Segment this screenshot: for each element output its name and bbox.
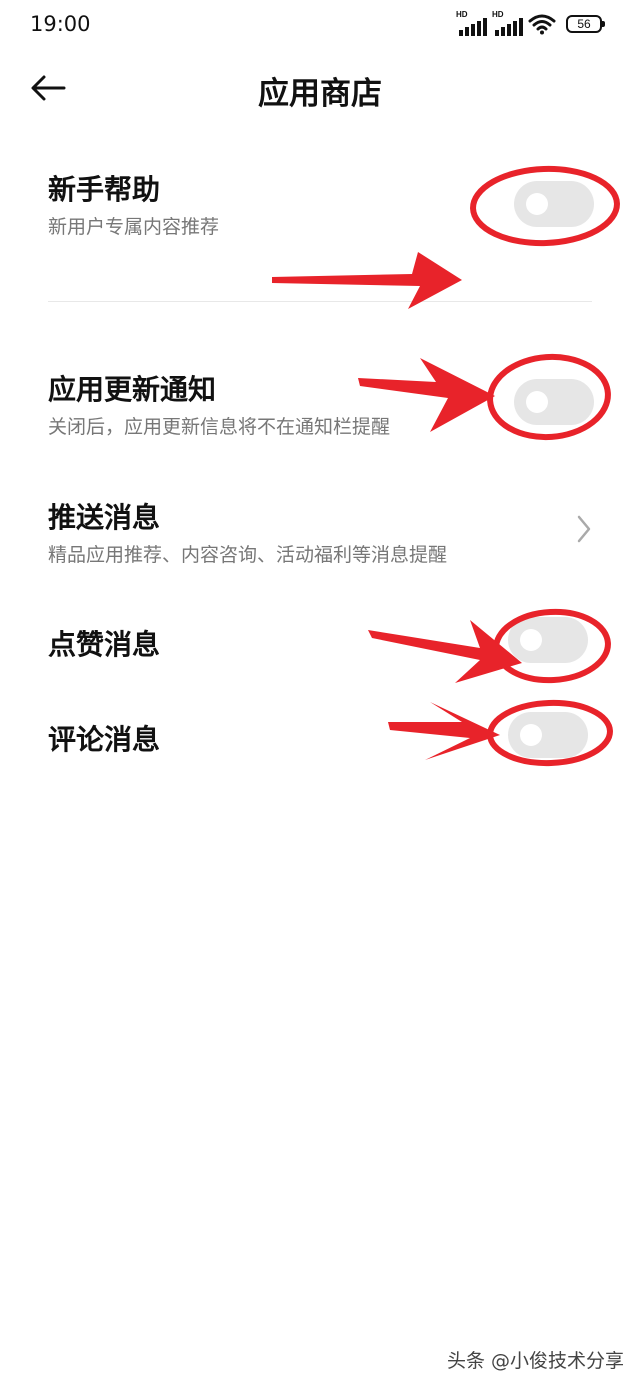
setting-subtitle: 新用户专属内容推荐: [48, 216, 220, 238]
chevron-right-icon: [577, 515, 591, 543]
beginner-help-toggle[interactable]: [514, 181, 594, 227]
app-bar: 应用商店: [0, 60, 640, 116]
setting-row-like-messages: 点赞消息: [0, 615, 640, 675]
setting-title: 推送消息: [48, 501, 161, 534]
setting-row-comment-messages: 评论消息: [0, 710, 640, 770]
like-messages-toggle[interactable]: [508, 617, 588, 663]
status-time: 19:00: [30, 12, 91, 36]
divider: [48, 301, 592, 302]
toggle-knob: [520, 629, 542, 651]
toggle-knob: [520, 724, 542, 746]
setting-title: 点赞消息: [48, 628, 161, 661]
update-notify-toggle[interactable]: [514, 379, 594, 425]
setting-title: 评论消息: [48, 723, 161, 756]
wifi-icon: [528, 14, 556, 35]
page-title: 应用商店: [258, 76, 382, 112]
setting-title: 新手帮助: [48, 173, 161, 206]
signal-icon: HD: [492, 10, 523, 36]
setting-row-push-messages[interactable]: 推送消息 精品应用推荐、内容咨询、活动福利等消息提醒: [0, 488, 640, 578]
setting-subtitle: 关闭后，应用更新信息将不在通知栏提醒: [48, 416, 391, 438]
toggle-knob: [526, 391, 548, 413]
status-bar: 19:00 HD HD 56: [0, 0, 640, 52]
toggle-knob: [526, 193, 548, 215]
setting-row-beginner-help: 新手帮助 新用户专属内容推荐: [0, 160, 640, 280]
comment-messages-toggle[interactable]: [508, 712, 588, 758]
setting-subtitle: 精品应用推荐、内容咨询、活动福利等消息提醒: [48, 544, 448, 566]
watermark: 头条 @小俊技术分享: [446, 1350, 624, 1372]
status-icons: HD HD 56: [456, 10, 605, 36]
setting-title: 应用更新通知: [48, 373, 217, 406]
battery-icon: 56: [566, 15, 605, 33]
setting-row-update-notify: 应用更新通知 关闭后，应用更新信息将不在通知栏提醒: [0, 360, 640, 450]
signal-icon: HD: [456, 10, 487, 36]
